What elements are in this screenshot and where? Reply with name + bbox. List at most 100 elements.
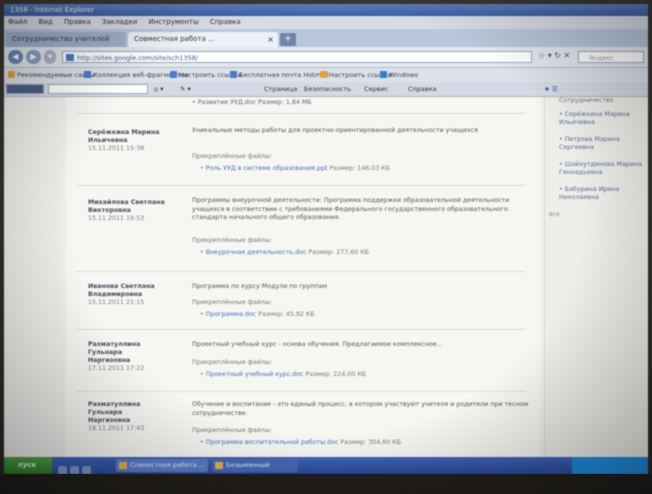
- post-divider: [76, 185, 526, 186]
- attachment-link[interactable]: Роль УУД в системе образования.ppt: [206, 165, 328, 172]
- attachment-size: Размер: 224,00 КБ: [305, 371, 367, 378]
- monitor-screen: 1358 - Internet Explorer Файл Вид Правка…: [4, 4, 648, 474]
- attachment-size: Размер: 304,60 КБ: [340, 439, 402, 446]
- post-author: Михайлова Светлана Викторовна 15.11.2011…: [88, 199, 165, 222]
- history-dropdown-icon[interactable]: ▾: [44, 50, 56, 64]
- post-date: 15.11.2011 19:53: [88, 215, 145, 222]
- forward-icon[interactable]: ▶: [26, 50, 41, 64]
- search-input[interactable]: Яндекс: [578, 51, 644, 63]
- sidebar-list: Сотрудничество • Серёжкина Марина Ильиче…: [559, 97, 647, 211]
- link-field[interactable]: [48, 84, 148, 94]
- sidebar-item[interactable]: • Шайхутдинова Марина Геннадьевна: [559, 161, 647, 177]
- desktop-icon[interactable]: [70, 466, 79, 474]
- sidebar-item[interactable]: • Серёжкина Марина Ильичевна: [559, 111, 647, 127]
- attachment-item: • Роль УУД в системе образования.ppt Раз…: [200, 165, 391, 172]
- top-attachment[interactable]: • Развитие УУД.doc Размер: 1,84 МБ: [192, 99, 312, 106]
- post-text: Обучение и воспитание - это единый проце…: [192, 401, 529, 417]
- post-author: Серёжкина Марина Ильичевна 15.11.2011 15…: [88, 129, 166, 153]
- post-date: 15.11.2011 15:38: [88, 145, 145, 152]
- bookmark-item[interactable]: Бесплатная почта Hotmail: [230, 68, 329, 82]
- sidebar-item[interactable]: • Бабурина Ирина Николаевна: [559, 186, 647, 202]
- attachment-item: • Внеурочная деятельность.doc Размер: 27…: [200, 249, 370, 256]
- media-icon: [380, 71, 387, 78]
- post-date: 17.11.2011 17:22: [88, 365, 145, 372]
- refresh-stop-icons[interactable]: ☆ ▾ ↻ ✕: [538, 51, 570, 60]
- tab-active[interactable]: Совместная работа ... ×: [128, 32, 278, 47]
- tab-strip: Сотрудничество учителей школы Совместная…: [4, 29, 648, 58]
- menu-tools[interactable]: Инструменты: [149, 18, 199, 26]
- post-divider: [76, 271, 526, 272]
- menu-bookmarks[interactable]: Закладки: [102, 18, 137, 26]
- home-icon[interactable]: ⌂ ▾: [154, 82, 163, 96]
- bookmark-item[interactable]: Рекомендуемые сайты: [8, 68, 95, 82]
- favorites-icon[interactable]: ★ ☰: [544, 82, 558, 96]
- cmd-security[interactable]: Безопасность: [304, 82, 351, 96]
- photo-frame: 1358 - Internet Explorer Файл Вид Правка…: [0, 0, 652, 494]
- post-divider: [76, 329, 526, 330]
- site-favicon-icon: [66, 54, 74, 61]
- attachments-title: Прикреплённые файлы:: [192, 359, 273, 366]
- attachment-size: Размер: 45,92 КБ: [258, 311, 315, 318]
- attachment-link[interactable]: Программа воспитательной работы.doc: [206, 439, 339, 446]
- menu-help[interactable]: Справка: [210, 18, 241, 26]
- page-icon: [230, 71, 237, 78]
- command-bar: ⌂ ▾ ✎ ▾ Страница Безопасность Сервис Спр…: [4, 82, 648, 97]
- post-date: 18.11.2011 17:43: [88, 425, 145, 432]
- ie-icon[interactable]: [58, 466, 67, 474]
- page-content: • Развитие УУД.doc Размер: 1,84 МБ Серёж…: [4, 97, 648, 457]
- bookmark-item[interactable]: Windows: [380, 68, 418, 82]
- attachment-link[interactable]: Внеурочная деятельность.doc: [206, 249, 307, 256]
- post-text: Проектный учебный курс - основа обучения…: [192, 341, 443, 348]
- quick-launch: [58, 460, 112, 474]
- menu-edit[interactable]: Правка: [64, 18, 91, 26]
- post-divider: [76, 391, 526, 392]
- window-title: 1358 - Internet Explorer: [10, 6, 94, 14]
- address-url: http://sites.google.com/site/sch1358/: [77, 54, 198, 62]
- attachments-title: Прикреплённые файлы:: [192, 237, 273, 244]
- navigation-bar: ◀ ▶ ▾ http://sites.google.com/site/sch13…: [4, 47, 648, 68]
- tab-active-label: Совместная работа ...: [134, 35, 215, 43]
- attachments-title: Прикреплённые файлы:: [192, 299, 273, 306]
- taskbar-item[interactable]: Безымянный: [212, 459, 298, 472]
- cmd-page[interactable]: Страница: [264, 82, 297, 96]
- attachments-title: Прикреплённые файлы:: [192, 427, 273, 434]
- sidebar-more-link[interactable]: все: [549, 211, 560, 218]
- cmd-help[interactable]: Справка: [408, 82, 437, 96]
- menu-view[interactable]: Вид: [39, 18, 53, 26]
- attachment-link[interactable]: Программа.doc: [206, 311, 256, 318]
- menu-file[interactable]: Файл: [8, 18, 27, 26]
- new-tab-button[interactable]: +: [280, 33, 296, 46]
- back-icon[interactable]: ◀: [8, 50, 23, 64]
- monitor-bezel: [0, 474, 652, 494]
- attachment-item: • Программа.doc Размер: 45,92 КБ: [200, 311, 315, 318]
- tab-first[interactable]: Сотрудничество учителей школы: [6, 32, 126, 58]
- search-placeholder: Яндекс: [589, 54, 614, 62]
- system-tray: [572, 457, 648, 474]
- star-icon: [8, 71, 15, 78]
- attachment-link[interactable]: Проектный учебный курс.doc: [206, 371, 304, 378]
- favorites-box[interactable]: [6, 84, 44, 94]
- post-text: Программа по курсу Модули по группам: [192, 283, 328, 290]
- taskbar-item[interactable]: Совместная работа ...: [116, 459, 208, 472]
- post-text: Уникальные методы работы для проектно-ор…: [192, 127, 478, 134]
- attachments-title: Прикреплённые файлы:: [192, 153, 273, 160]
- address-bar[interactable]: http://sites.google.com/site/sch1358/: [62, 51, 532, 63]
- post-divider: [76, 113, 526, 114]
- close-icon[interactable]: ×: [267, 32, 274, 47]
- sidebar-heading: Сотрудничество: [559, 97, 614, 104]
- window-title-bar: 1358 - Internet Explorer: [4, 4, 648, 16]
- sidebar: Сотрудничество • Серёжкина Марина Ильиче…: [544, 97, 648, 457]
- cmd-tools[interactable]: Сервис: [364, 82, 388, 96]
- tools-icon[interactable]: ✎ ▾: [180, 82, 191, 96]
- media-icon[interactable]: [82, 466, 91, 474]
- start-button[interactable]: пуск: [4, 457, 52, 474]
- attachment-item: • Проектный учебный курс.doc Размер: 224…: [200, 371, 367, 378]
- posts-list: • Развитие УУД.doc Размер: 1,84 МБ Серёж…: [66, 97, 540, 457]
- post-author: Иванова Светлана Владимировна 15.11.2011…: [88, 283, 166, 307]
- left-margin: [4, 97, 64, 457]
- bookmarks-bar: Рекомендуемые сайты Коллекция веб-фрагме…: [4, 68, 648, 82]
- sidebar-item[interactable]: • Петрова Марина Сергеевна: [559, 136, 647, 152]
- page-icon: [170, 71, 177, 78]
- post-author: Рахматуллина Гульнара Наргизовна 18.11.2…: [88, 401, 166, 433]
- window-icon: [215, 462, 223, 469]
